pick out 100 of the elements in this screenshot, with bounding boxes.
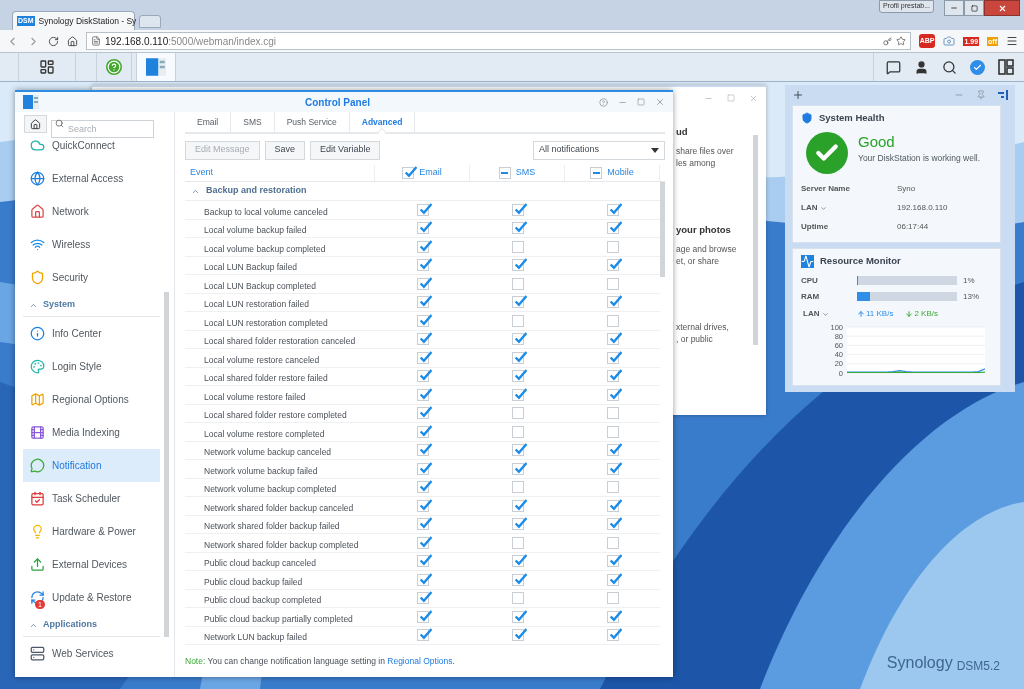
checkbox[interactable]	[511, 407, 524, 420]
checkbox[interactable]	[416, 351, 429, 364]
checkbox[interactable]	[606, 203, 619, 216]
add-icon[interactable]	[792, 89, 804, 101]
search-field[interactable]: Search	[51, 120, 154, 138]
checkbox[interactable]	[416, 425, 429, 438]
sidebar-item[interactable]: Network	[23, 195, 160, 228]
scrollbar[interactable]	[660, 182, 665, 277]
toolbar-button[interactable]: Save	[264, 140, 306, 160]
checkbox[interactable]	[606, 425, 619, 438]
sidebar-item[interactable]: Info Center	[23, 317, 160, 350]
checkbox[interactable]	[416, 499, 429, 512]
checkbox[interactable]	[511, 536, 524, 549]
field-label[interactable]: LAN	[801, 202, 897, 215]
checkbox[interactable]	[606, 222, 619, 235]
checkbox[interactable]	[590, 167, 603, 179]
checkbox[interactable]	[416, 555, 429, 568]
sidebar-item[interactable]: Hardware & Power	[23, 515, 160, 548]
checkbox[interactable]	[416, 610, 429, 623]
lan-dropdown[interactable]: LAN	[801, 308, 857, 321]
checkbox[interactable]	[416, 314, 429, 327]
checkbox[interactable]	[511, 425, 524, 438]
checkbox[interactable]	[606, 573, 619, 586]
sidebar-item[interactable]: Regional Options	[23, 383, 160, 416]
chat-icon[interactable]	[886, 59, 901, 75]
camera-icon[interactable]	[943, 35, 956, 47]
user-icon[interactable]	[914, 59, 929, 75]
checkbox[interactable]	[606, 259, 619, 272]
checkbox[interactable]	[402, 167, 415, 179]
checkbox[interactable]	[511, 481, 524, 494]
checkbox[interactable]	[511, 499, 524, 512]
sidebar-item[interactable]: External Devices	[23, 548, 160, 581]
checkbox[interactable]	[511, 314, 524, 327]
sidebar-item[interactable]: Wireless	[23, 228, 160, 261]
checkbox[interactable]	[511, 462, 524, 475]
tab[interactable]: Advanced	[349, 112, 416, 132]
checkbox[interactable]	[511, 555, 524, 568]
checkbox[interactable]	[606, 481, 619, 494]
checkbox[interactable]	[606, 407, 619, 420]
search-icon[interactable]	[942, 59, 957, 75]
sidebar-item[interactable]: Web Services	[23, 637, 160, 670]
checkbox[interactable]	[606, 462, 619, 475]
sidebar-item[interactable]: Notification	[23, 449, 160, 482]
tab[interactable]: Push Service	[274, 112, 350, 132]
checkbox[interactable]	[511, 240, 524, 253]
checkbox[interactable]	[416, 370, 429, 383]
key-icon[interactable]	[882, 36, 892, 46]
checkbox[interactable]	[511, 351, 524, 364]
home-icon[interactable]	[67, 35, 78, 47]
taskbar-button[interactable]	[136, 53, 176, 81]
status-icon[interactable]	[970, 59, 985, 75]
checkbox[interactable]	[416, 222, 429, 235]
checkbox[interactable]	[606, 314, 619, 327]
home-button[interactable]	[24, 115, 47, 133]
maximize-button[interactable]	[964, 0, 984, 16]
checkbox[interactable]	[511, 296, 524, 309]
tab[interactable]: Email	[185, 112, 232, 132]
checkbox[interactable]	[511, 610, 524, 623]
caret-icon[interactable]	[820, 204, 828, 212]
sidebar-item[interactable]: Task Scheduler	[23, 482, 160, 515]
checkbox[interactable]	[606, 592, 619, 605]
checkbox[interactable]	[606, 555, 619, 568]
checkbox[interactable]	[416, 629, 429, 642]
checkbox[interactable]	[511, 333, 524, 346]
checkbox[interactable]	[416, 592, 429, 605]
checkbox[interactable]	[606, 629, 619, 642]
checkbox[interactable]	[416, 573, 429, 586]
widgets-icon[interactable]	[998, 59, 1014, 75]
checkbox[interactable]	[498, 167, 511, 179]
checkbox[interactable]	[606, 351, 619, 364]
checkbox[interactable]	[606, 370, 619, 383]
checkbox[interactable]	[416, 481, 429, 494]
checkbox[interactable]	[416, 277, 429, 290]
close-button[interactable]	[984, 0, 1020, 16]
checkbox[interactable]	[416, 259, 429, 272]
sidebar-item[interactable]: Security	[23, 261, 160, 294]
panel-icon[interactable]	[998, 90, 1008, 100]
checkbox[interactable]	[416, 388, 429, 401]
checkbox[interactable]	[416, 462, 429, 475]
tab[interactable]: SMS	[231, 112, 275, 132]
checkbox[interactable]	[606, 388, 619, 401]
checkbox[interactable]	[511, 370, 524, 383]
checkbox[interactable]	[511, 518, 524, 531]
checkbox[interactable]	[511, 573, 524, 586]
checkbox[interactable]	[416, 518, 429, 531]
taskbar-button[interactable]	[18, 53, 76, 81]
checkbox[interactable]	[606, 444, 619, 457]
minimize-button[interactable]	[944, 0, 964, 16]
checkbox[interactable]	[606, 277, 619, 290]
checkbox[interactable]	[606, 296, 619, 309]
checkbox[interactable]	[606, 536, 619, 549]
scrollbar[interactable]	[164, 292, 169, 637]
toolbar-button[interactable]: Edit Variable	[310, 140, 381, 160]
sidebar-item[interactable]: Login Style	[23, 350, 160, 383]
checkbox[interactable]	[416, 333, 429, 346]
sidebar-item[interactable]: External Access	[23, 162, 160, 195]
checkbox[interactable]	[606, 518, 619, 531]
checkbox[interactable]	[511, 222, 524, 235]
checkbox[interactable]	[416, 407, 429, 420]
address-field[interactable]: 192.168.0.110:5000/webman/index.cgi	[86, 32, 911, 50]
